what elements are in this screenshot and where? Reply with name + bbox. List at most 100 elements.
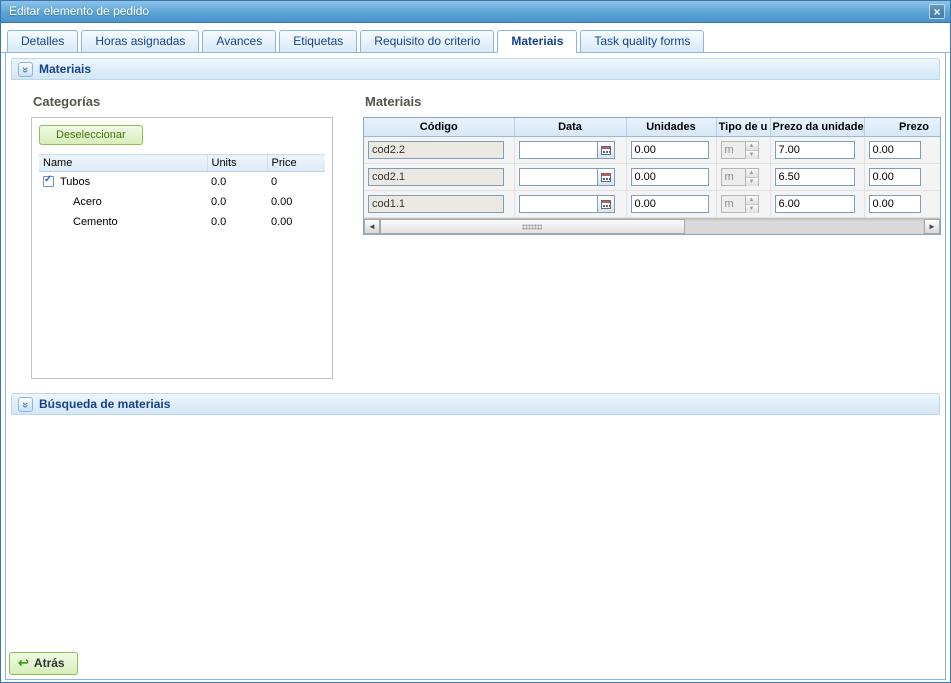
price-value: 0 [267, 172, 325, 193]
prezo-input[interactable] [869, 168, 921, 186]
materials-grid-section: Materiais Código [363, 88, 941, 235]
unidades-input[interactable] [631, 141, 709, 159]
calendar-icon[interactable] [597, 141, 615, 159]
search-materials-panel-header[interactable]: » Búsqueda de materiais [11, 393, 940, 415]
tab-materiais[interactable]: Materiais [497, 30, 577, 53]
spinner-up-icon: ▲ [746, 169, 758, 178]
back-arrow-icon: ↩ [18, 657, 29, 669]
col-unidades[interactable]: Unidades [626, 118, 716, 137]
date-input[interactable] [519, 168, 597, 186]
dialog-titlebar: Editar elemento de pedido × [1, 1, 950, 23]
materials-table: Código Data Unidades Tipo de u Prezo da … [364, 118, 940, 218]
tipo-unidade-spinner: ▲ ▼ [721, 141, 759, 159]
tree-row-acero[interactable]: Acero 0.0 0.00 [39, 192, 325, 212]
scroll-left-icon[interactable]: ◄ [364, 219, 380, 234]
codigo-input[interactable] [368, 168, 504, 186]
horizontal-scrollbar[interactable]: ◄ ► [364, 218, 940, 234]
units-value: 0.0 [207, 172, 267, 193]
spinner-down-icon: ▼ [746, 205, 758, 213]
tab-requisito-do-criterio[interactable]: Requisito do criterio [360, 30, 494, 53]
col-tipo-de-unidade[interactable]: Tipo de u [716, 118, 770, 137]
categories-section: Categorías Deseleccionar Name Units Pric… [31, 88, 341, 379]
col-data[interactable]: Data [514, 118, 626, 137]
calendar-glyph [601, 200, 611, 209]
categories-table: Name Units Price ✓ Tubos [39, 154, 325, 232]
collapse-icon[interactable]: » [18, 62, 33, 77]
materials-panel-header[interactable]: » Materiais [11, 58, 940, 80]
collapse-icon[interactable]: » [18, 397, 33, 412]
materials-panel-body: Categorías Deseleccionar Name Units Pric… [11, 80, 940, 388]
material-row: ▲ ▼ [364, 164, 940, 191]
scrollbar-track[interactable] [380, 219, 924, 234]
col-name[interactable]: Name [39, 155, 207, 172]
prezo-da-unidade-input[interactable] [775, 168, 855, 186]
codigo-input[interactable] [368, 141, 504, 159]
dialog-title: Editar elemento de pedido [1, 1, 950, 22]
scrollbar-thumb[interactable] [380, 219, 685, 234]
date-field [519, 195, 615, 213]
col-price[interactable]: Price [267, 155, 325, 172]
unidades-input[interactable] [631, 168, 709, 186]
calendar-glyph [601, 146, 611, 155]
materials-grid-title: Materiais [365, 94, 941, 109]
date-field [519, 168, 615, 186]
col-codigo[interactable]: Código [364, 118, 514, 137]
tree-row-cemento[interactable]: Cemento 0.0 0.00 [39, 212, 325, 232]
calendar-icon[interactable] [597, 168, 615, 186]
material-row: ▲ ▼ [364, 191, 940, 218]
spinner-up-icon: ▲ [746, 142, 758, 151]
units-value: 0.0 [207, 192, 267, 212]
tipo-unidade-input [721, 141, 745, 159]
check-icon: ✓ [44, 174, 52, 185]
unidades-input[interactable] [631, 195, 709, 213]
tab-task-quality-forms[interactable]: Task quality forms [580, 30, 704, 53]
tab-panel-materiais: » Materiais Categorías Deseleccionar Nam… [5, 53, 946, 680]
scrollbar-grip [522, 224, 542, 230]
date-input[interactable] [519, 141, 597, 159]
date-input[interactable] [519, 195, 597, 213]
tipo-unidade-spinner: ▲ ▼ [721, 195, 759, 213]
tree-node-label: Tubos [60, 176, 90, 188]
materials-grid-viewport: Código Data Unidades Tipo de u Prezo da … [364, 118, 940, 218]
back-button[interactable]: ↩ Atrás [9, 652, 78, 675]
tab-horas-asignadas[interactable]: Horas asignadas [81, 30, 199, 53]
search-materials-panel: » Búsqueda de materiais [11, 393, 940, 415]
tab-bar: Detalles Horas asignadas Avances Etiquet… [1, 23, 950, 53]
tab-etiquetas[interactable]: Etiquetas [279, 30, 357, 53]
col-prezo[interactable]: Prezo [864, 118, 940, 137]
chevron-down-icon: » [19, 66, 33, 72]
prezo-da-unidade-input[interactable] [775, 141, 855, 159]
deselect-button[interactable]: Deseleccionar [39, 125, 143, 145]
tipo-unidade-input [721, 168, 745, 186]
tree-node-label: Acero [73, 196, 102, 208]
close-icon[interactable]: × [929, 4, 945, 19]
codigo-input[interactable] [368, 195, 504, 213]
categories-box: Deseleccionar Name Units Price [31, 117, 333, 379]
units-value: 0.0 [207, 212, 267, 232]
tipo-unidade-spinner: ▲ ▼ [721, 168, 759, 186]
materials-panel-title: Materiais [39, 62, 91, 76]
prezo-input[interactable] [869, 141, 921, 159]
col-prezo-da-unidade[interactable]: Prezo da unidade [770, 118, 864, 137]
prezo-input[interactable] [869, 195, 921, 213]
tree-node-label: Cemento [73, 216, 118, 228]
checkbox-checked-icon[interactable]: ✓ [43, 176, 54, 187]
price-value: 0.00 [267, 212, 325, 232]
tree-row-tubos[interactable]: ✓ Tubos 0.0 0 [39, 172, 325, 193]
categories-title: Categorías [33, 94, 341, 109]
scroll-right-icon[interactable]: ► [924, 219, 940, 234]
calendar-icon[interactable] [597, 195, 615, 213]
price-value: 0.00 [267, 192, 325, 212]
chevron-down-icon: » [19, 401, 33, 407]
spinner-buttons: ▲ ▼ [745, 195, 759, 213]
search-materials-panel-title: Búsqueda de materiais [39, 397, 170, 411]
tab-avances[interactable]: Avances [202, 30, 276, 53]
edit-order-dialog: Editar elemento de pedido × Detalles Hor… [0, 0, 951, 683]
tab-detalles[interactable]: Detalles [7, 30, 78, 53]
spinner-down-icon: ▼ [746, 151, 758, 159]
col-units[interactable]: Units [207, 155, 267, 172]
spinner-buttons: ▲ ▼ [745, 168, 759, 186]
materials-panel: » Materiais Categorías Deseleccionar Nam… [11, 58, 940, 388]
tipo-unidade-input [721, 195, 745, 213]
prezo-da-unidade-input[interactable] [775, 195, 855, 213]
